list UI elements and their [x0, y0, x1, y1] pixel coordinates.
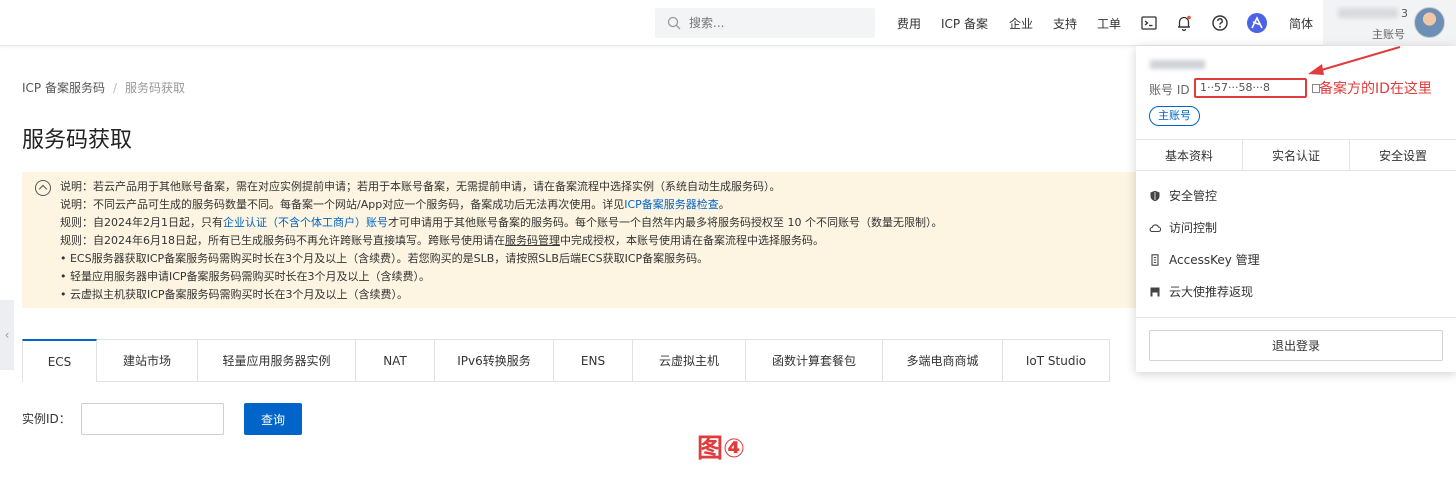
breadcrumb-root[interactable]: ICP 备案服务码 [22, 81, 105, 95]
avatar[interactable] [1414, 7, 1445, 38]
account-id-value: 1··57···58···8 [1194, 78, 1307, 98]
user-name-suffix: 3 [1401, 7, 1408, 20]
tab-nat[interactable]: NAT [356, 339, 435, 382]
breadcrumb-current: 服务码获取 [125, 81, 186, 95]
nav-ticket[interactable]: 工单 [1097, 15, 1121, 32]
query-button[interactable]: 查询 [244, 403, 302, 435]
tab-ecommerce[interactable]: 多端电商商城 [883, 339, 1003, 382]
shield-icon [1150, 190, 1160, 201]
nav-billing[interactable]: 费用 [897, 15, 921, 32]
cloud-icon [1149, 223, 1161, 232]
chevron-left-icon: ‹ [4, 328, 10, 342]
service-code-manage-link[interactable]: 服务码管理 [505, 234, 560, 247]
collapse-icon[interactable] [35, 180, 51, 196]
notice-line: 说明：不同云产品可生成的服务码数量不同。每备案一个网站/App对应一个服务码，备… [60, 198, 730, 211]
server-check-link[interactable]: ICP备案服务器检查 [624, 198, 719, 211]
main-account-badge: 主账号 [1149, 106, 1200, 126]
nav-enterprise[interactable]: 企业 [1009, 15, 1033, 32]
panel-tab-real-name[interactable]: 实名认证 [1243, 140, 1350, 170]
notice-line: • ECS服务器获取ICP备案服务码需购买时长在3个月及以上（含续费）。若您购买… [60, 252, 709, 265]
user-dropdown-panel: 账号 ID 1··57···58···8 备案方的ID在这里 主账号 基本资料 … [1136, 46, 1456, 372]
nav-icp[interactable]: ICP 备案 [941, 15, 988, 32]
annotation-arrow-icon [1308, 46, 1401, 75]
notice-line: 规则：自2024年6月18日起，所有已生成服务码不再允许跨账号直接填写。跨账号使… [60, 234, 824, 247]
menu-item-accesskey[interactable]: AccessKey 管理 [1149, 251, 1260, 268]
panel-tab-security[interactable]: 安全设置 [1350, 140, 1456, 170]
terminal-icon[interactable] [1140, 14, 1158, 32]
lang-switch[interactable]: 简体 [1289, 15, 1313, 32]
logout-button[interactable]: 退出登录 [1149, 330, 1443, 361]
notice-line: 说明：若云产品用于其他账号备案，需在对应实例提前申请；若用于本账号备案，无需提前… [60, 180, 781, 193]
tab-ecs[interactable]: ECS [22, 339, 97, 382]
search-input[interactable] [689, 16, 869, 30]
tab-lightweight-server[interactable]: 轻量应用服务器实例 [198, 339, 356, 382]
instance-id-label: 实例ID： [22, 412, 71, 426]
user-role: 主账号 [1372, 28, 1405, 41]
help-icon[interactable] [1211, 14, 1229, 32]
sidebar-expand-handle[interactable]: ‹ [0, 300, 14, 370]
page-title: 服务码获取 [22, 128, 133, 153]
bell-icon[interactable] [1175, 14, 1193, 32]
notice-line: 规则：自2024年2月1日起，只有企业认证（不含个体工商户）账号才可申请用于其他… [60, 216, 943, 229]
tab-site-market[interactable]: 建站市场 [97, 339, 198, 382]
tab-virtual-host[interactable]: 云虚拟主机 [633, 339, 746, 382]
panel-tab-basic-info[interactable]: 基本资料 [1136, 140, 1243, 170]
notice-line: • 轻量应用服务器申请ICP备案服务码需购买时长在3个月及以上（含续费）。 [60, 270, 431, 283]
tab-ens[interactable]: ENS [554, 339, 633, 382]
tab-ipv6[interactable]: IPv6转换服务 [435, 339, 554, 382]
key-icon [1151, 253, 1159, 266]
tab-fc-package[interactable]: 函数计算套餐包 [746, 339, 883, 382]
breadcrumb-sep: / [112, 81, 118, 95]
search-box[interactable] [655, 8, 875, 38]
panel-tabs: 基本资料 实名认证 安全设置 [1136, 139, 1456, 171]
menu-item-security-control[interactable]: 安全管控 [1149, 187, 1217, 204]
panel-divider [1136, 317, 1456, 318]
notice-line: • 云虚拟主机获取ICP备案服务码需购买时长在3个月及以上（含续费）。 [60, 288, 409, 301]
product-tabs: ECS 建站市场 轻量应用服务器实例 NAT IPv6转换服务 ENS 云虚拟主… [22, 339, 1110, 382]
notice-box: 说明：若云产品用于其他账号备案，需在对应实例提前申请；若用于本账号备案，无需提前… [22, 172, 1142, 308]
annotation-text: 备案方的ID在这里 [1319, 81, 1432, 97]
user-name-redacted [1338, 8, 1398, 18]
ai-assistant-icon[interactable] [1247, 13, 1267, 33]
menu-item-referral[interactable]: 云大使推荐返现 [1149, 283, 1253, 300]
enterprise-auth-link[interactable]: 企业认证（不含个体工商户）账号 [223, 216, 388, 229]
search-icon [667, 16, 681, 30]
figure-label: 图④ [697, 434, 746, 464]
instance-id-input[interactable] [81, 403, 224, 435]
account-id-label: 账号 ID [1149, 83, 1190, 97]
gift-icon [1150, 287, 1160, 296]
breadcrumb: ICP 备案服务码 / 服务码获取 [22, 79, 185, 96]
tab-iot-studio[interactable]: IoT Studio [1003, 339, 1110, 382]
nav-support[interactable]: 支持 [1053, 15, 1077, 32]
account-name-redacted [1150, 60, 1205, 69]
menu-item-access-control[interactable]: 访问控制 [1149, 219, 1217, 236]
